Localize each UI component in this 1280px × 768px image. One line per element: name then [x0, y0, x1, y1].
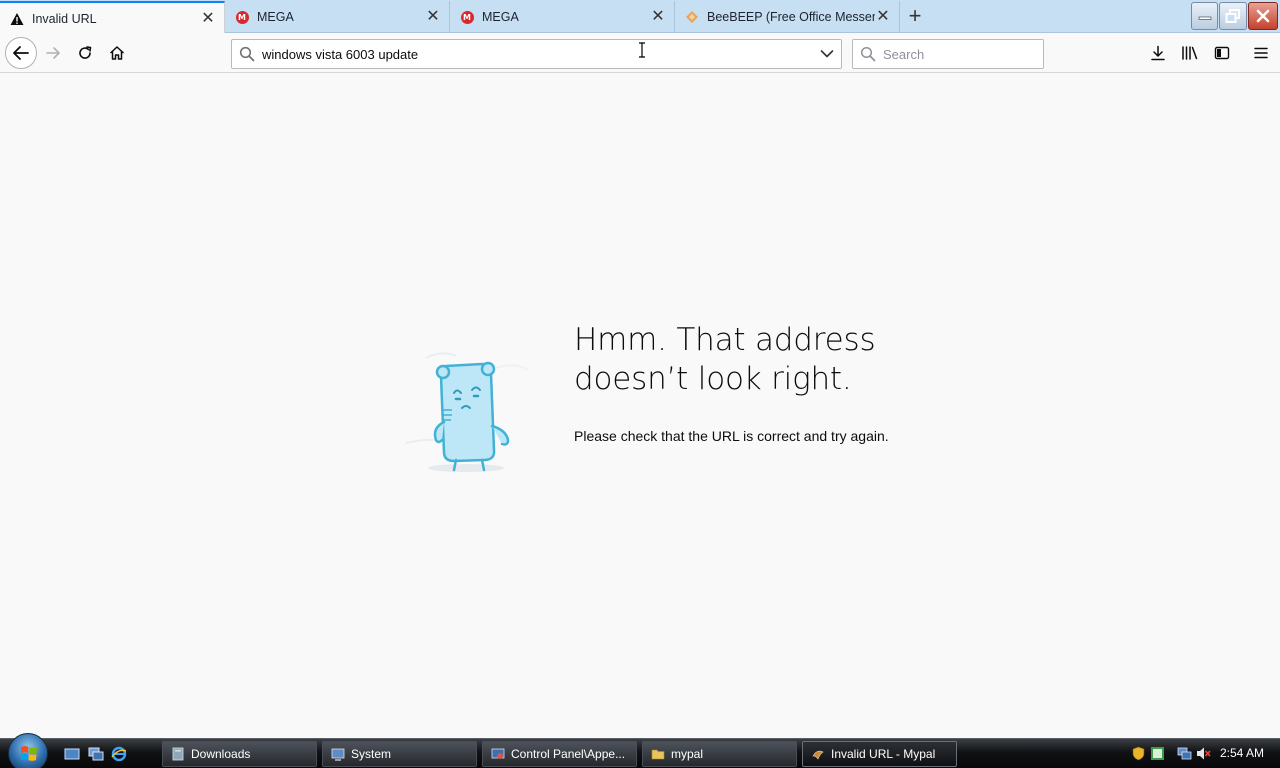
mypal-icon: [812, 750, 824, 760]
close-icon: [1256, 9, 1270, 23]
error-title-line-2: doesn’t look right.: [574, 361, 852, 397]
library-button[interactable]: [1175, 38, 1205, 68]
system-icon: [331, 748, 345, 761]
reload-icon: [79, 46, 92, 59]
menu-button[interactable]: [1246, 38, 1276, 68]
mega-icon: M: [460, 10, 474, 24]
minimize-icon: [1198, 16, 1211, 20]
confused-mascot-illustration: [405, 352, 529, 472]
text-cursor-icon: [639, 42, 645, 58]
home-button[interactable]: [102, 38, 132, 68]
reload-button[interactable]: [70, 38, 100, 68]
sidebar-button[interactable]: [1207, 38, 1237, 68]
taskbar-button-mypal-browser[interactable]: Invalid URL - Mypal: [802, 741, 957, 767]
restore-button[interactable]: [1219, 2, 1247, 30]
close-tab-icon[interactable]: ✕: [425, 9, 441, 25]
windows-logo-icon: [20, 746, 37, 761]
warning-icon: [10, 12, 24, 26]
taskbar-button-label: System: [351, 747, 392, 761]
search-bar[interactable]: Search: [852, 39, 1044, 69]
taskbar: Downloads System Control Panel\Appe... m…: [0, 733, 1280, 768]
taskbar-button-downloads[interactable]: Downloads: [162, 741, 317, 767]
tab-title: Invalid URL: [32, 11, 97, 26]
downloads-button[interactable]: [1143, 38, 1173, 68]
sidebar-icon: [1214, 46, 1230, 60]
folder-icon: [651, 749, 665, 760]
taskbar-button-system[interactable]: System: [322, 741, 477, 767]
close-tab-icon[interactable]: ✕: [200, 10, 216, 27]
network-icon[interactable]: [1177, 746, 1192, 761]
url-input[interactable]: windows vista 6003 update: [262, 47, 813, 62]
error-title: Hmm. That address doesn’t look right.: [574, 321, 954, 399]
restore-icon: [1225, 9, 1240, 23]
clock[interactable]: 2:54 AM: [1220, 746, 1264, 760]
search-icon: [232, 46, 262, 62]
url-bar[interactable]: windows vista 6003 update: [231, 39, 842, 69]
arrow-right-icon: [46, 47, 60, 59]
updates-icon[interactable]: [1150, 746, 1165, 761]
error-page: Hmm. That address doesn’t look right. Pl…: [0, 74, 1280, 738]
tab-beebeep[interactable]: BeeBEEP (Free Office Messenger) ✕: [675, 1, 900, 33]
control-panel-icon: [491, 748, 505, 759]
taskbar-button-control-panel[interactable]: Control Panel\Appe...: [482, 741, 637, 767]
forward-button[interactable]: [38, 38, 68, 68]
library-icon: [1182, 46, 1198, 60]
internet-explorer-icon[interactable]: [111, 746, 127, 762]
beebeep-icon: [685, 10, 699, 24]
taskbar-button-mypal-folder[interactable]: mypal: [642, 741, 797, 767]
close-tab-icon[interactable]: ✕: [875, 9, 891, 25]
search-icon: [853, 46, 883, 62]
mega-icon: M: [235, 10, 249, 24]
show-desktop-icon[interactable]: [64, 746, 80, 762]
security-shield-icon[interactable]: [1131, 746, 1146, 761]
taskbar-button-label: mypal: [671, 747, 704, 761]
tab-title: BeeBEEP (Free Office Messenger): [707, 10, 875, 24]
error-title-line-1: Hmm. That address: [574, 322, 876, 358]
minimize-button[interactable]: [1191, 2, 1218, 30]
home-icon: [109, 46, 125, 60]
start-button[interactable]: [8, 733, 48, 768]
tab-strip: Invalid URL ✕ M MEGA ✕ M MEGA ✕ BeeBEEP …: [0, 0, 1280, 34]
tab-invalid-url[interactable]: Invalid URL ✕: [0, 1, 225, 34]
folder-icon: [172, 747, 184, 761]
error-description: Please check that the URL is correct and…: [574, 428, 889, 444]
hamburger-menu-icon: [1254, 47, 1268, 59]
tab-title: MEGA: [482, 10, 519, 24]
taskbar-button-label: Control Panel\Appe...: [511, 747, 626, 761]
back-button[interactable]: [5, 37, 37, 69]
download-icon: [1151, 45, 1165, 61]
close-window-button[interactable]: [1248, 2, 1278, 30]
arrow-left-icon: [13, 46, 29, 60]
volume-muted-icon[interactable]: [1196, 746, 1211, 761]
taskbar-button-label: Downloads: [191, 747, 251, 761]
tab-mega-1[interactable]: M MEGA ✕: [225, 1, 450, 33]
close-tab-icon[interactable]: ✕: [650, 9, 666, 25]
taskbar-button-label: Invalid URL - Mypal: [831, 747, 936, 761]
tab-mega-2[interactable]: M MEGA ✕: [450, 1, 675, 33]
switch-windows-icon[interactable]: [88, 746, 104, 762]
tab-title: MEGA: [257, 10, 294, 24]
chevron-down-icon[interactable]: [813, 49, 841, 59]
screen: Invalid URL ✕ M MEGA ✕ M MEGA ✕ BeeBEEP …: [0, 0, 1280, 768]
search-input[interactable]: Search: [883, 47, 924, 62]
navigation-toolbar: windows vista 6003 update Search: [0, 33, 1280, 73]
new-tab-button[interactable]: +: [902, 4, 928, 30]
